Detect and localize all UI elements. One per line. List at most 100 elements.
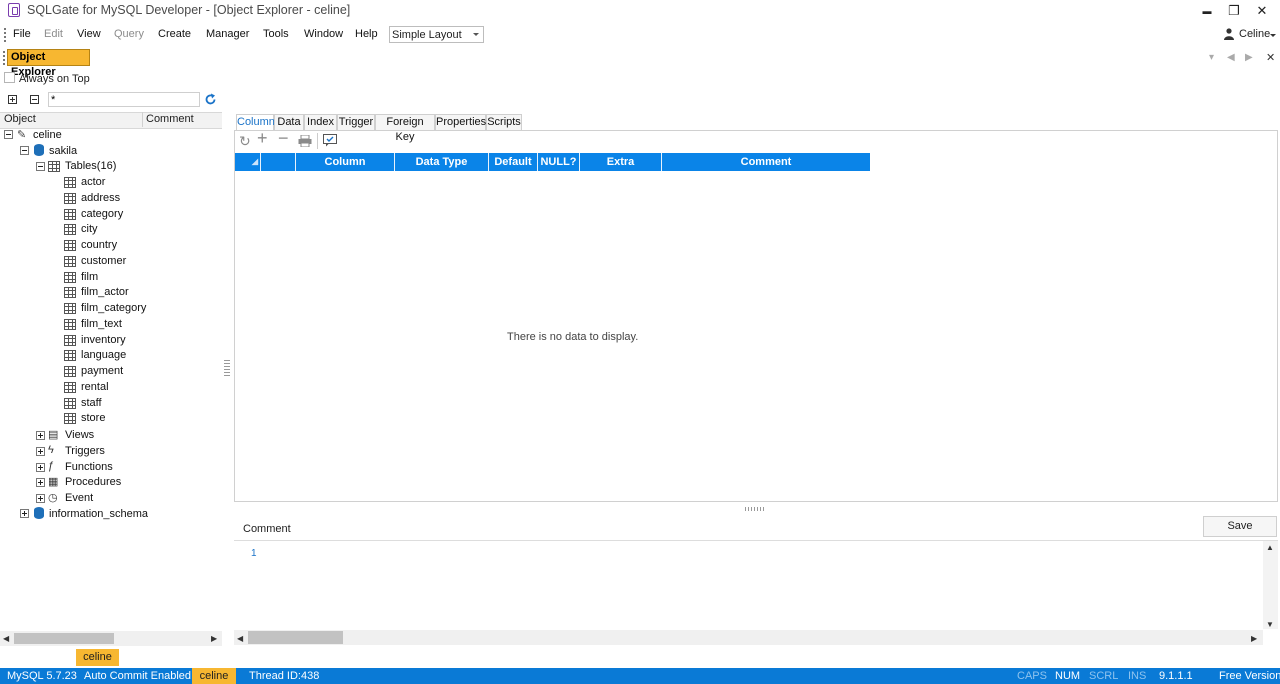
remove-icon[interactable]: −	[278, 129, 289, 147]
menubar-grip[interactable]	[4, 28, 6, 42]
scrollbar-thumb[interactable]	[248, 631, 343, 644]
tree-node-table[interactable]: payment	[81, 365, 123, 377]
tree-expand-toggle[interactable]	[36, 494, 45, 503]
menu-view[interactable]: View	[77, 28, 101, 40]
refresh-icon[interactable]: ↻	[239, 134, 251, 148]
tab-foreign-key[interactable]: Foreign Key	[375, 114, 435, 143]
comment-editor[interactable]	[234, 540, 1278, 644]
collapse-all-icon[interactable]	[30, 95, 39, 104]
tree-node-table[interactable]: film_text	[81, 318, 122, 330]
always-on-top-checkbox[interactable]	[4, 72, 15, 83]
tree-node-group[interactable]: Procedures	[65, 476, 121, 488]
tree-node-information-schema[interactable]: information_schema	[49, 508, 148, 520]
tree-node-group[interactable]: Event	[65, 492, 93, 504]
tab-properties[interactable]: Properties	[435, 114, 486, 130]
editor-vertical-scrollbar[interactable]	[1263, 541, 1278, 629]
menu-query[interactable]: Query	[114, 28, 144, 40]
column-divider[interactable]	[142, 112, 143, 127]
layout-select[interactable]: Simple Layout	[389, 26, 484, 43]
scroll-right-icon[interactable]: ▶	[1251, 634, 1257, 643]
tree-node-table[interactable]: film	[81, 271, 98, 283]
tab-column[interactable]: Column	[236, 114, 275, 131]
panel-splitter[interactable]	[745, 507, 765, 511]
menu-window[interactable]: Window	[304, 28, 343, 40]
tree-node-table[interactable]: rental	[81, 381, 109, 393]
expand-all-icon[interactable]	[8, 95, 17, 104]
tree-expand-toggle[interactable]	[20, 509, 29, 518]
tree-node-group[interactable]: Triggers	[65, 445, 105, 457]
grid-header-comment[interactable]: Comment	[662, 153, 870, 171]
refresh-icon[interactable]	[204, 93, 217, 106]
scroll-left-icon[interactable]: ◀	[237, 634, 243, 643]
grid-header-indicator[interactable]	[261, 153, 296, 171]
status-license: Free Version	[1219, 670, 1280, 682]
close-button[interactable]: ✕	[1251, 2, 1273, 20]
object-filter-input[interactable]	[48, 92, 200, 107]
menu-create[interactable]: Create	[158, 28, 191, 40]
comment-icon[interactable]	[323, 134, 337, 147]
object-explorer-tab[interactable]: Object Explorer	[7, 49, 90, 78]
grid-header-data-type[interactable]: Data Type	[395, 153, 489, 171]
close-panel-icon[interactable]: ✕	[1266, 51, 1275, 64]
column-header-object[interactable]: Object	[4, 113, 36, 125]
tree-node-table[interactable]: address	[81, 192, 120, 204]
panel-grip[interactable]	[3, 51, 5, 65]
tree-expand-toggle[interactable]	[36, 478, 45, 488]
restore-button[interactable]: ❐	[1223, 2, 1245, 20]
tree-collapse-toggle[interactable]	[36, 162, 45, 171]
user-menu[interactable]: Celine	[1239, 28, 1270, 40]
tree-expand-toggle[interactable]	[36, 431, 45, 440]
scroll-left-icon[interactable]: ◀	[3, 634, 9, 643]
grid-header-corner[interactable]: ◢	[235, 153, 261, 171]
tree-node-table[interactable]: store	[81, 412, 105, 424]
forward-arrow-icon[interactable]: ▶	[1245, 52, 1253, 63]
print-icon[interactable]	[298, 135, 312, 147]
column-header-comment[interactable]: Comment	[146, 113, 194, 125]
tree-node-table[interactable]: staff	[81, 397, 102, 409]
tree-node-connection[interactable]: celine	[33, 129, 62, 141]
menu-file[interactable]: File	[13, 28, 31, 40]
tree-node-table[interactable]: language	[81, 349, 126, 361]
save-button[interactable]: Save	[1203, 516, 1277, 537]
menu-tools[interactable]: Tools	[263, 28, 289, 40]
grid-header-default[interactable]: Default	[489, 153, 538, 171]
status-auto-commit[interactable]: Auto Commit Enabled	[84, 670, 191, 682]
grid-header-extra[interactable]: Extra	[580, 153, 662, 171]
tree-node-table[interactable]: category	[81, 208, 123, 220]
scroll-down-icon[interactable]: ▼	[1266, 620, 1274, 629]
tree-collapse-toggle[interactable]	[4, 130, 13, 139]
scroll-right-icon[interactable]: ▶	[211, 634, 217, 643]
tree-collapse-toggle[interactable]	[20, 146, 29, 155]
menu-manager[interactable]: Manager	[206, 28, 249, 40]
tree-expand-toggle[interactable]	[36, 462, 45, 472]
tab-trigger[interactable]: Trigger	[337, 114, 375, 130]
back-arrow-icon[interactable]: ◀	[1227, 52, 1235, 63]
dropdown-arrow-icon[interactable]: ▾	[1209, 52, 1214, 63]
tree-node-table[interactable]: city	[81, 223, 98, 235]
tab-index[interactable]: Index	[304, 114, 337, 130]
tree-node-table[interactable]: actor	[81, 176, 105, 188]
scrollbar-thumb[interactable]	[14, 633, 114, 644]
splitter-grip[interactable]	[224, 360, 230, 376]
menu-help[interactable]: Help	[355, 28, 378, 40]
tab-scripts[interactable]: Scripts	[486, 114, 522, 130]
tree-node-group[interactable]: Views	[65, 429, 94, 441]
editor-horizontal-scrollbar[interactable]	[234, 630, 1263, 645]
tree-node-table[interactable]: country	[81, 239, 117, 251]
scroll-up-icon[interactable]: ▲	[1266, 543, 1274, 552]
tree-node-table[interactable]: customer	[81, 255, 126, 267]
menu-edit[interactable]: Edit	[44, 28, 63, 40]
grid-header-null[interactable]: NULL?	[538, 153, 580, 171]
tree-node-tables[interactable]: Tables(16)	[65, 160, 116, 172]
tree-node-table[interactable]: film_actor	[81, 286, 129, 298]
tree-node-table[interactable]: film_category	[81, 302, 146, 314]
tree-node-database[interactable]: sakila	[49, 145, 77, 157]
grid-header-column[interactable]: Column	[296, 153, 395, 171]
connection-tab[interactable]: celine	[76, 649, 119, 666]
status-connection[interactable]: celine	[192, 668, 236, 684]
minimize-button[interactable]: ▬	[1196, 2, 1218, 20]
tree-expand-toggle[interactable]	[36, 446, 45, 456]
add-icon[interactable]: +	[257, 129, 268, 147]
tree-node-group[interactable]: Functions	[65, 461, 113, 473]
tree-node-table[interactable]: inventory	[81, 334, 126, 346]
